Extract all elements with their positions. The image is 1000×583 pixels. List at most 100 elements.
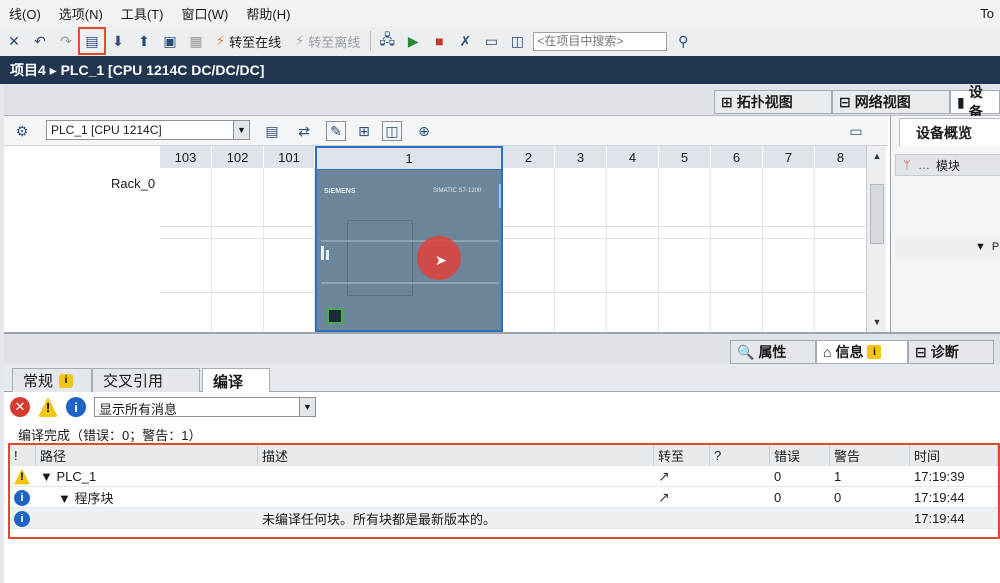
search-binoculars-icon[interactable]: ⚲: [673, 31, 693, 51]
message-filter-select[interactable]: 显示所有消息 ▼: [94, 397, 316, 417]
tab-compile[interactable]: 编译: [202, 368, 270, 393]
menu-online[interactable]: 线(O): [0, 4, 50, 23]
rack-slot[interactable]: [711, 168, 763, 332]
device-overview-panel: 设备概览 ᛘ … 模块 ▼ P: [890, 116, 1000, 332]
tab-network-view[interactable]: ⊟ 网络视图: [832, 90, 950, 114]
zoom-icon[interactable]: ⊕: [414, 121, 434, 141]
close-icon[interactable]: ✕: [4, 31, 24, 51]
project-search-input[interactable]: [533, 31, 668, 51]
rack-slot[interactable]: [607, 168, 659, 332]
show-name-icon[interactable]: ⇄: [294, 121, 314, 141]
inspector-tabs: 🔍 属性 ⌂ 信息 i ⊟ 诊断: [4, 332, 1000, 364]
table-row[interactable]: i ▼ 程序块 ↗ 0 0 17:19:44: [10, 487, 998, 508]
simulation-icon[interactable]: ▦: [186, 31, 206, 51]
plc-io-strip: [321, 240, 499, 242]
menu-help[interactable]: 帮助(H): [237, 4, 299, 23]
menu-window[interactable]: 窗口(W): [172, 4, 237, 23]
col-path[interactable]: 路径: [36, 444, 258, 466]
goto-arrow-icon[interactable]: ↗: [654, 489, 710, 506]
start-cpu-icon[interactable]: ▶: [403, 31, 423, 51]
go-online-icon: ⚡: [216, 33, 226, 48]
col-errors[interactable]: 错误: [770, 444, 830, 466]
cross-reference-icon[interactable]: ✗: [455, 31, 475, 51]
rack-slot[interactable]: [160, 168, 212, 332]
table-row[interactable]: i 未编译任何块。所有块都是最新版本的。 17:19:44: [10, 508, 998, 529]
tab-diagnostics[interactable]: ⊟ 诊断: [908, 340, 994, 364]
table-row[interactable]: ! ▼ PLC_1 ↗ 0 1 17:19:39: [10, 466, 998, 487]
goto-arrow-icon[interactable]: ↗: [654, 468, 710, 485]
rack-slot[interactable]: [503, 168, 555, 332]
accessible-devices-icon[interactable]: 🖧: [377, 31, 397, 51]
rack-slot[interactable]: [555, 168, 607, 332]
go-online-label: 转至在线: [229, 34, 282, 50]
undo-icon[interactable]: ↶: [30, 31, 50, 51]
rack-rail: [160, 238, 867, 239]
chevron-down-icon[interactable]: ▼: [233, 121, 249, 139]
severity-cell: !: [10, 468, 36, 485]
overview-row[interactable]: ▼ P: [895, 236, 1000, 258]
download-icon[interactable]: ⬇: [108, 31, 128, 51]
start-simulation-icon[interactable]: ▣: [160, 31, 180, 51]
stop-cpu-icon[interactable]: ■: [429, 31, 449, 51]
tab-device-overview[interactable]: 设备概览: [899, 118, 1000, 146]
path-cell: ▼ PLC_1: [40, 468, 97, 484]
slot-header: 102: [212, 146, 264, 168]
grid-icon[interactable]: ⊞: [354, 121, 374, 141]
device-select[interactable]: PLC_1 [CPU 1214C] ▼: [46, 120, 250, 140]
tab-general[interactable]: 常规 i: [12, 368, 92, 392]
col-severity[interactable]: !: [10, 444, 36, 466]
more-icon[interactable]: …: [918, 158, 936, 172]
menu-options[interactable]: 选项(N): [50, 4, 112, 23]
device-tree-icon[interactable]: ⚙: [12, 121, 32, 141]
tab-topology-label: 拓扑视图: [736, 94, 793, 110]
error-filter-icon[interactable]: ✕: [10, 397, 30, 417]
expand-icon[interactable]: ▼: [975, 241, 986, 253]
scroll-thumb[interactable]: [870, 184, 884, 244]
network-filter-icon[interactable]: ᛘ: [896, 158, 918, 172]
pen-icon[interactable]: ✎: [326, 121, 346, 141]
col-help[interactable]: ?: [710, 444, 770, 466]
rack-slot[interactable]: [763, 168, 815, 332]
upload-icon[interactable]: ⬆: [134, 31, 154, 51]
rack-slot[interactable]: [212, 168, 264, 332]
go-offline-button[interactable]: ⚡ 转至离线: [291, 32, 364, 51]
tab-cross-reference[interactable]: 交叉引用: [92, 368, 200, 392]
warnings-cell: 1: [834, 468, 842, 484]
col-description[interactable]: 描述: [258, 444, 654, 466]
rack-slot[interactable]: [815, 168, 867, 332]
panel-toggle-icon[interactable]: ▭: [846, 121, 866, 141]
tab-device-view[interactable]: ▮ 设备: [950, 84, 1000, 120]
tab-properties[interactable]: 🔍 属性: [730, 340, 816, 364]
toolbar-divider: [370, 31, 372, 51]
col-warnings[interactable]: 警告: [830, 444, 910, 466]
tab-topology-view[interactable]: ⊞ 拓扑视图: [714, 90, 832, 114]
col-goto[interactable]: 转至: [654, 444, 710, 466]
device-data-icon[interactable]: ▤: [262, 121, 282, 141]
properties-icon: 🔍: [737, 343, 755, 360]
tab-info[interactable]: ⌂ 信息 i: [816, 340, 908, 364]
scroll-up-icon[interactable]: ▲: [869, 148, 885, 164]
chevron-down-icon[interactable]: ▼: [299, 398, 315, 416]
info-badge-icon: i: [59, 373, 74, 388]
warning-filter-icon[interactable]: !: [38, 397, 58, 417]
split-horizontal-icon[interactable]: ▭: [481, 31, 501, 51]
rack-slot[interactable]: [659, 168, 711, 332]
overview-row-label: P: [991, 241, 1000, 253]
compile-icon[interactable]: ▤: [78, 27, 106, 55]
scroll-down-icon[interactable]: ▼: [869, 314, 885, 330]
plc-cpu-module[interactable]: 1 SIEMENS SIMATIC S7-1200 ➤: [315, 146, 503, 332]
info-icon: i: [14, 510, 30, 527]
menu-tools[interactable]: 工具(T): [112, 4, 173, 23]
tab-general-label: 常规: [23, 373, 54, 390]
plc-cover: [347, 220, 413, 296]
ethernet-port-icon[interactable]: [327, 308, 343, 324]
col-time[interactable]: 时间: [910, 444, 998, 466]
redo-icon[interactable]: ↷: [56, 31, 76, 51]
go-online-button[interactable]: ⚡ 转至在线: [212, 32, 285, 51]
info-filter-icon[interactable]: i: [66, 397, 86, 417]
rack-scrollbar[interactable]: ▲ ▼: [866, 146, 886, 332]
rack-slot[interactable]: [264, 168, 315, 332]
errors-cell: 0: [774, 468, 782, 484]
layout-icon[interactable]: ◫: [382, 121, 402, 141]
split-vertical-icon[interactable]: ◫: [507, 31, 527, 51]
